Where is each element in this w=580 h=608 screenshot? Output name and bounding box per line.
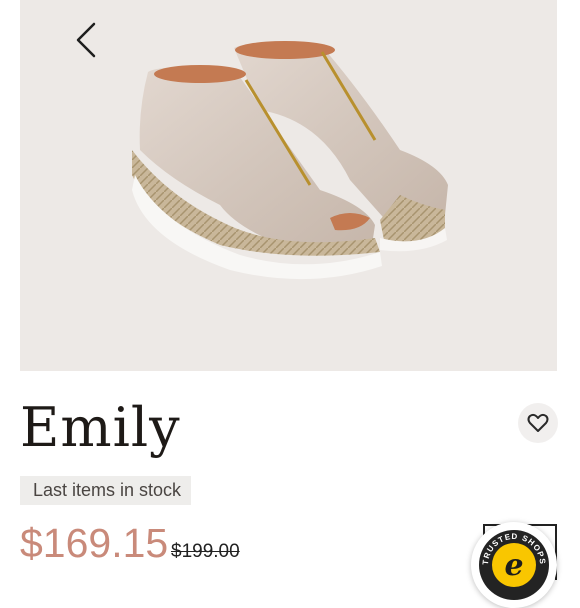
wishlist-button[interactable] bbox=[518, 403, 558, 443]
original-price: $199.00 bbox=[171, 541, 240, 562]
chevron-left-icon bbox=[76, 22, 96, 58]
product-image-area[interactable] bbox=[20, 0, 557, 371]
badge-mark: e bbox=[492, 543, 536, 587]
current-price: $169.15 bbox=[20, 520, 169, 566]
stock-badge: Last items in stock bbox=[20, 476, 192, 505]
trusted-shops-badge[interactable]: TRUSTED SHOPS e bbox=[471, 522, 557, 608]
back-button[interactable] bbox=[64, 18, 108, 62]
heart-icon bbox=[527, 413, 549, 432]
product-title: Emily bbox=[20, 396, 181, 459]
